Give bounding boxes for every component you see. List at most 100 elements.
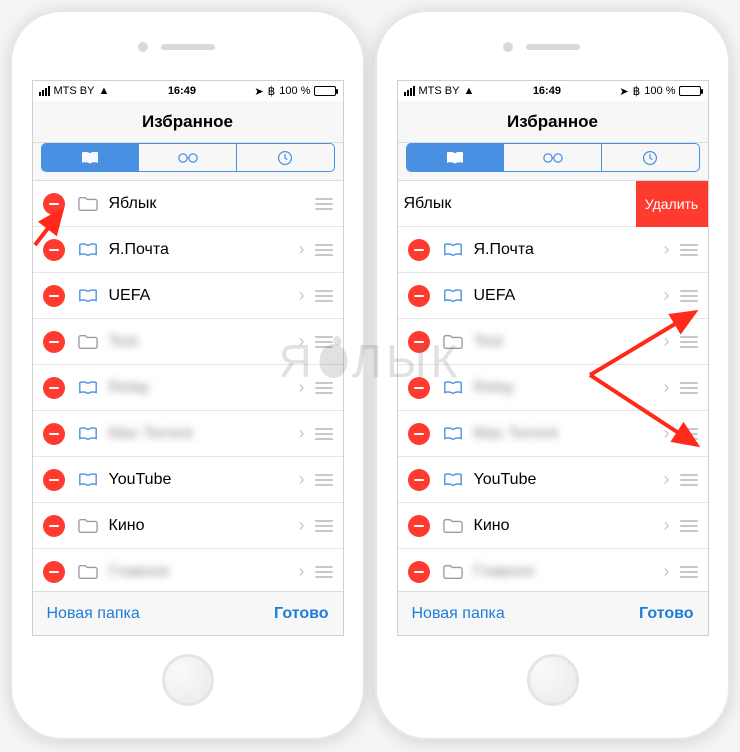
list-row[interactable]: Mac Torrent› (398, 411, 708, 457)
delete-minus-icon[interactable] (408, 561, 430, 583)
delete-minus-icon[interactable] (408, 515, 430, 537)
location-icon: ➤ (254, 85, 263, 98)
list-row[interactable]: YouTube› (398, 457, 708, 503)
tab-history[interactable] (601, 144, 699, 171)
location-icon: ➤ (619, 85, 628, 98)
bookmark-icon (77, 379, 99, 397)
drag-handle-icon[interactable] (313, 290, 335, 302)
delete-minus-icon[interactable] (43, 561, 65, 583)
drag-handle-icon[interactable] (313, 382, 335, 394)
home-button[interactable] (162, 654, 214, 706)
chevron-right-icon: › (299, 331, 305, 352)
folder-icon (77, 195, 99, 213)
done-button[interactable]: Готово (274, 605, 328, 623)
list-row[interactable]: YouTube› (33, 457, 343, 503)
list-row[interactable]: UEFA › (33, 273, 343, 319)
list-row[interactable]: Кино› (398, 503, 708, 549)
folder-icon (442, 333, 464, 351)
list-row[interactable]: Я.Почта› (398, 227, 708, 273)
chevron-right-icon: › (664, 423, 670, 444)
drag-handle-icon[interactable] (313, 474, 335, 486)
delete-minus-icon[interactable] (43, 239, 65, 261)
home-button[interactable] (527, 654, 579, 706)
row-label: UEFA (109, 287, 291, 305)
drag-handle-icon[interactable] (313, 336, 335, 348)
chevron-right-icon: › (299, 377, 305, 398)
delete-minus-icon[interactable] (408, 331, 430, 353)
delete-button[interactable]: Удалить (636, 181, 708, 227)
bookmark-icon (442, 425, 464, 443)
row-label: Test (474, 333, 656, 351)
chevron-right-icon: › (299, 285, 305, 306)
list-row[interactable]: UEFA› (398, 273, 708, 319)
delete-minus-icon[interactable] (408, 469, 430, 491)
drag-handle-icon[interactable] (678, 244, 700, 256)
bookmark-icon (442, 471, 464, 489)
delete-minus-icon[interactable] (408, 239, 430, 261)
drag-handle-icon[interactable] (678, 520, 700, 532)
delete-minus-icon[interactable] (408, 377, 430, 399)
delete-minus-icon[interactable] (43, 331, 65, 353)
row-label: Я.Почта (109, 241, 291, 259)
drag-handle-icon[interactable] (313, 566, 335, 578)
row-label: UEFA (474, 287, 656, 305)
toolbar: Новая папка Готово (33, 591, 343, 635)
drag-handle-icon[interactable] (678, 428, 700, 440)
new-folder-button[interactable]: Новая папка (412, 605, 505, 623)
drag-handle-icon[interactable] (313, 198, 335, 210)
glasses-icon (543, 150, 563, 166)
list-row[interactable]: Главное› (33, 549, 343, 591)
tab-bookmarks[interactable] (42, 144, 139, 171)
list-row[interactable]: Test › (33, 319, 343, 365)
list-row[interactable]: Кино› (33, 503, 343, 549)
page-title: Избранное (142, 112, 233, 132)
drag-handle-icon[interactable] (313, 244, 335, 256)
chevron-right-icon: › (299, 561, 305, 582)
drag-handle-icon[interactable] (313, 520, 335, 532)
delete-minus-icon[interactable] (43, 469, 65, 491)
front-camera (138, 42, 148, 52)
drag-handle-icon[interactable] (678, 474, 700, 486)
tab-bookmarks[interactable] (407, 144, 504, 171)
battery-pct: 100 % (644, 85, 675, 97)
glasses-icon (178, 150, 198, 166)
battery-icon (314, 86, 336, 96)
bluetooth-icon: ฿ (633, 84, 641, 98)
list-row[interactable]: Test › (398, 319, 708, 365)
drag-handle-icon[interactable] (678, 382, 700, 394)
list-row[interactable]: Relay › (33, 365, 343, 411)
delete-minus-icon[interactable] (43, 193, 65, 215)
chevron-right-icon: › (664, 331, 670, 352)
done-button[interactable]: Готово (639, 605, 693, 623)
segmented-control[interactable] (41, 143, 335, 172)
drag-handle-icon[interactable] (678, 566, 700, 578)
list-row[interactable]: ЯблыкУдалить (398, 181, 708, 227)
delete-minus-icon[interactable] (408, 423, 430, 445)
tab-history[interactable] (236, 144, 334, 171)
chevron-right-icon: › (664, 469, 670, 490)
chevron-right-icon: › (299, 423, 305, 444)
delete-minus-icon[interactable] (43, 423, 65, 445)
delete-minus-icon[interactable] (408, 285, 430, 307)
delete-minus-icon[interactable] (43, 515, 65, 537)
list-row[interactable]: Главное› (398, 549, 708, 591)
new-folder-button[interactable]: Новая папка (47, 605, 140, 623)
list-row[interactable]: Mac Torrent› (33, 411, 343, 457)
delete-minus-icon[interactable] (43, 377, 65, 399)
drag-handle-icon[interactable] (678, 336, 700, 348)
segmented-control[interactable] (406, 143, 700, 172)
delete-minus-icon[interactable] (43, 285, 65, 307)
folder-icon (442, 563, 464, 581)
bookmark-icon (77, 287, 99, 305)
drag-handle-icon[interactable] (678, 290, 700, 302)
tab-reading-list[interactable] (503, 144, 601, 171)
nav-header: Избранное (33, 101, 343, 143)
list-row[interactable]: Relay› (398, 365, 708, 411)
row-label: Test (109, 333, 291, 351)
folder-icon (77, 517, 99, 535)
list-row[interactable]: Яблык (33, 181, 343, 227)
row-label: Relay (109, 379, 291, 397)
drag-handle-icon[interactable] (313, 428, 335, 440)
tab-reading-list[interactable] (138, 144, 236, 171)
list-row[interactable]: Я.Почта› (33, 227, 343, 273)
